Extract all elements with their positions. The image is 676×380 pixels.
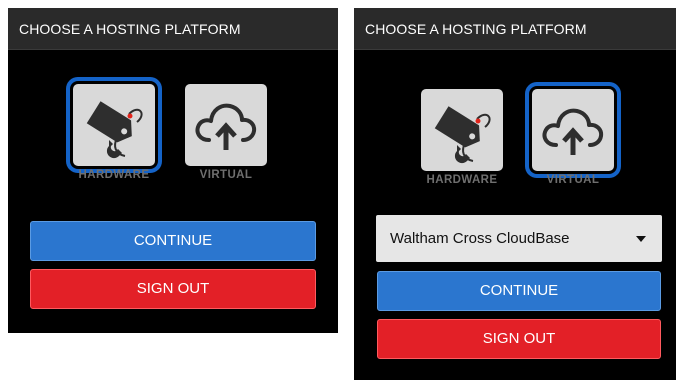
platform-panel-hardware-selected: CHOOSE A HOSTING PLATFORM HARDWARE VIRTU… — [8, 8, 338, 333]
virtual-label: VIRTUAL — [199, 169, 253, 181]
cloud-upload-icon — [195, 103, 257, 150]
cloud-upload-icon — [542, 108, 604, 155]
panel-header: CHOOSE A HOSTING PLATFORM — [8, 8, 338, 50]
virtual-label: VIRTUAL — [546, 174, 600, 186]
platform-panel-virtual-selected: CHOOSE A HOSTING PLATFORM HARDWARE VIRTU… — [354, 8, 676, 380]
hardware-tag-icon — [434, 106, 491, 164]
hardware-tag-icon — [86, 101, 143, 159]
continue-button[interactable]: CONTINUE — [377, 271, 661, 311]
hardware-tile[interactable] — [73, 84, 155, 166]
hardware-tile[interactable] — [421, 89, 503, 171]
location-select[interactable]: Waltham Cross CloudBase — [376, 215, 662, 262]
caret-down-icon — [636, 236, 646, 242]
location-select-value: Waltham Cross CloudBase — [390, 230, 570, 247]
continue-button[interactable]: CONTINUE — [30, 221, 316, 261]
panel-header: CHOOSE A HOSTING PLATFORM — [354, 8, 676, 50]
hardware-label: HARDWARE — [78, 169, 150, 181]
hardware-label: HARDWARE — [426, 174, 498, 186]
virtual-tile[interactable] — [532, 89, 614, 171]
sign-out-button[interactable]: SIGN OUT — [377, 319, 661, 359]
virtual-tile[interactable] — [185, 84, 267, 166]
sign-out-button[interactable]: SIGN OUT — [30, 269, 316, 309]
